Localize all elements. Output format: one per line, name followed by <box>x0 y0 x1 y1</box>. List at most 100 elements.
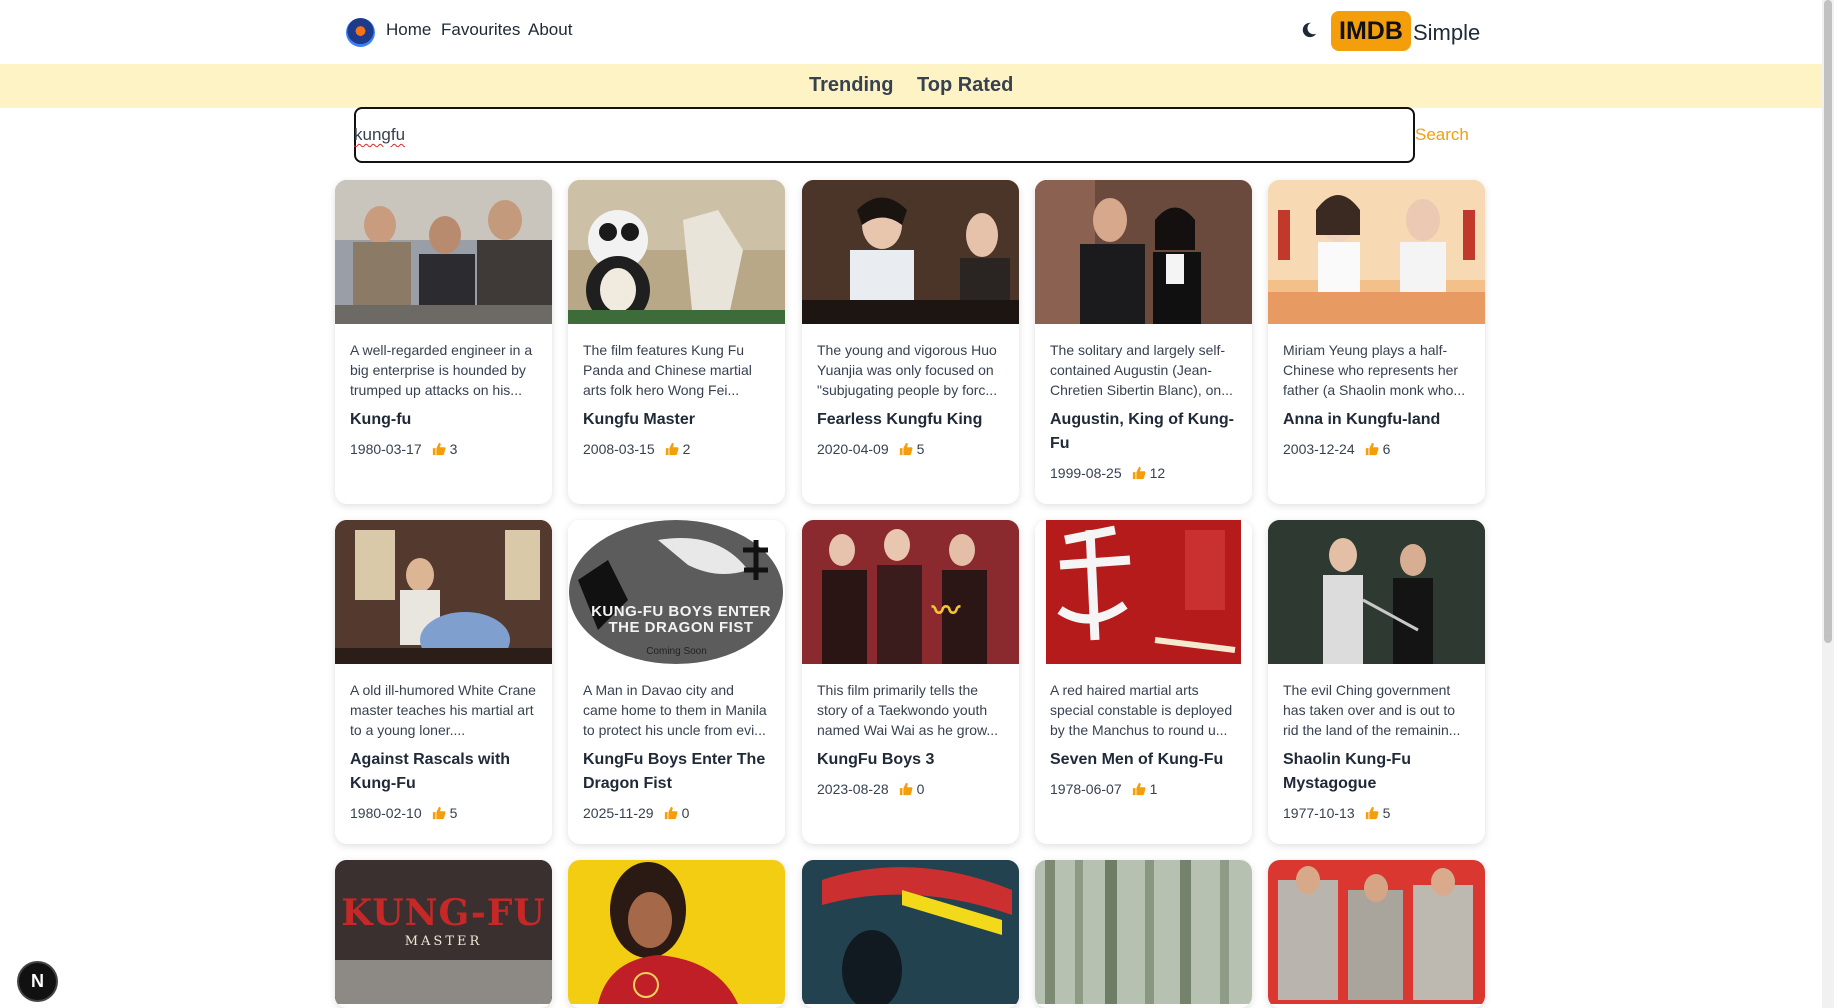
movie-card[interactable]: KUNG-FU MASTER <box>335 860 552 1008</box>
movie-title[interactable]: Seven Men of Kung-Fu <box>1050 748 1237 772</box>
thumbs-up-icon[interactable] <box>432 442 446 456</box>
thumbs-up-icon[interactable] <box>899 782 913 796</box>
release-date: 1980-03-17 <box>350 441 422 457</box>
movie-overview: The solitary and largely self-contained … <box>1050 342 1233 398</box>
tab-top-rated[interactable]: Top Rated <box>917 74 1013 97</box>
movie-poster <box>568 860 785 1004</box>
poster-overlay-title: KUNG-FU BOYS ENTER THE DRAGON FIST <box>591 603 771 636</box>
thumbs-up-icon[interactable] <box>1365 806 1379 820</box>
movie-card[interactable] <box>802 860 1019 1008</box>
movie-overview: A red haired martial arts special consta… <box>1050 682 1233 738</box>
movie-card[interactable] <box>1035 860 1252 1008</box>
nav-link-about[interactable]: About <box>528 20 572 40</box>
movie-poster: KUNG-FU BOYS ENTER THE DRAGON FIST Comin… <box>568 520 785 664</box>
movie-meta: 1977-10-13 5 <box>1283 805 1470 821</box>
movie-card[interactable] <box>1268 860 1485 1008</box>
search-input-value: kungfu <box>354 125 406 144</box>
like-count: 5 <box>449 805 458 821</box>
movie-poster: 〰 <box>802 520 1019 664</box>
like-count: 0 <box>681 805 690 821</box>
poster-overlay-sub: MASTER <box>404 934 483 949</box>
movie-title[interactable]: Augustin, King of Kung-Fu <box>1050 408 1237 456</box>
like-count: 12 <box>1149 465 1166 481</box>
like-count: 5 <box>1382 805 1391 821</box>
app-logo-icon[interactable] <box>346 18 375 47</box>
release-date: 1980-02-10 <box>350 805 422 821</box>
movie-overview: A Man in Davao city and came home to the… <box>583 682 767 738</box>
thumbs-up-icon[interactable] <box>432 806 446 820</box>
like-count: 0 <box>916 781 925 797</box>
like-count: 1 <box>1149 781 1158 797</box>
movie-overview: This film primarily tells the story of a… <box>817 682 999 738</box>
brand-badge[interactable]: IMDB <box>1331 11 1411 51</box>
thumbs-up-icon[interactable] <box>1132 466 1146 480</box>
movie-overview: The evil Ching government has taken over… <box>1283 682 1461 738</box>
brand-text: Simple <box>1413 20 1481 45</box>
movie-meta: 2003-12-24 6 <box>1283 441 1470 457</box>
movie-card[interactable]: The film features Kung Fu Panda and Chin… <box>568 180 785 504</box>
movie-card[interactable]: KUNG-FU BOYS ENTER THE DRAGON FIST Comin… <box>568 520 785 844</box>
movie-title[interactable]: KungFu Boys 3 <box>817 748 1004 772</box>
category-tabs-bar: Trending Top Rated <box>0 64 1822 108</box>
release-date: 1977-10-13 <box>1283 805 1355 821</box>
svg-text:〰: 〰 <box>931 594 961 627</box>
thumbs-up-icon[interactable] <box>664 806 678 820</box>
movie-title[interactable]: Against Rascals with Kung-Fu <box>350 748 537 796</box>
thumbs-up-icon[interactable] <box>1365 442 1379 456</box>
movie-title[interactable]: Kungfu Master <box>583 408 770 432</box>
release-date: 1978-06-07 <box>1050 781 1122 797</box>
movie-poster: KUNG-FU MASTER <box>335 860 552 1004</box>
thumbs-up-icon[interactable] <box>899 442 913 456</box>
movie-poster <box>1268 180 1485 324</box>
page-scrollbar-thumb[interactable] <box>1824 0 1832 643</box>
dev-tools-badge[interactable]: N <box>19 963 56 1000</box>
movie-card[interactable]: A well-regarded engineer in a big enterp… <box>335 180 552 504</box>
movie-meta: 2020-04-09 5 <box>817 441 1004 457</box>
movie-title[interactable]: Kung-fu <box>350 408 537 432</box>
movie-card[interactable] <box>568 860 785 1008</box>
movie-poster <box>1035 520 1252 664</box>
search-input[interactable] <box>354 107 1415 163</box>
movie-title[interactable]: KungFu Boys Enter The Dragon Fist <box>583 748 770 796</box>
movie-title[interactable]: Anna in Kungfu-land <box>1283 408 1470 432</box>
movie-card[interactable]: The solitary and largely self-contained … <box>1035 180 1252 504</box>
release-date: 2025-11-29 <box>583 805 654 821</box>
movie-poster <box>1268 520 1485 664</box>
movie-poster <box>1035 180 1252 324</box>
movie-meta: 1999-08-25 12 <box>1050 465 1237 481</box>
like-count: 6 <box>1382 441 1391 457</box>
movie-overview: A well-regarded engineer in a big enterp… <box>350 342 533 398</box>
nav-link-home[interactable]: Home <box>386 20 431 40</box>
release-date: 2003-12-24 <box>1283 441 1355 457</box>
nav-link-favourites[interactable]: Favourites <box>441 20 520 40</box>
movie-overview: A old ill-humored White Crane master tea… <box>350 682 536 738</box>
movie-meta: 2025-11-29 0 <box>583 805 770 821</box>
movie-poster <box>335 520 552 664</box>
movie-meta: 2008-03-15 2 <box>583 441 770 457</box>
movie-card[interactable]: A red haired martial arts special consta… <box>1035 520 1252 844</box>
movie-card[interactable]: Miriam Yeung plays a half-Chinese who re… <box>1268 180 1485 504</box>
movie-card[interactable]: The evil Ching government has taken over… <box>1268 520 1485 844</box>
release-date: 2008-03-15 <box>583 441 655 457</box>
movie-meta: 2023-08-28 0 <box>817 781 1004 797</box>
movie-card[interactable]: The young and vigorous Huo Yuanjia was o… <box>802 180 1019 504</box>
movie-card[interactable]: A old ill-humored White Crane master tea… <box>335 520 552 844</box>
movie-poster <box>802 180 1019 324</box>
movie-overview: Miriam Yeung plays a half-Chinese who re… <box>1283 342 1466 398</box>
thumbs-up-icon[interactable] <box>1132 782 1146 796</box>
release-date: 2020-04-09 <box>817 441 889 457</box>
release-date: 1999-08-25 <box>1050 465 1122 481</box>
like-count: 3 <box>449 441 458 457</box>
like-count: 5 <box>916 441 925 457</box>
tab-trending[interactable]: Trending <box>809 74 893 97</box>
thumbs-up-icon[interactable] <box>665 442 679 456</box>
movie-card[interactable]: 〰 This film primarily tells the story of… <box>802 520 1019 844</box>
moon-icon[interactable] <box>1300 20 1318 40</box>
movie-title[interactable]: Shaolin Kung-Fu Mystagogue <box>1283 748 1470 796</box>
movie-poster <box>1268 860 1485 1004</box>
movie-overview: The young and vigorous Huo Yuanjia was o… <box>817 342 998 398</box>
movie-title[interactable]: Fearless Kungfu King <box>817 408 1004 432</box>
movie-overview: The film features Kung Fu Panda and Chin… <box>583 342 752 398</box>
like-count: 2 <box>682 441 691 457</box>
search-button[interactable]: Search <box>1415 125 1469 145</box>
